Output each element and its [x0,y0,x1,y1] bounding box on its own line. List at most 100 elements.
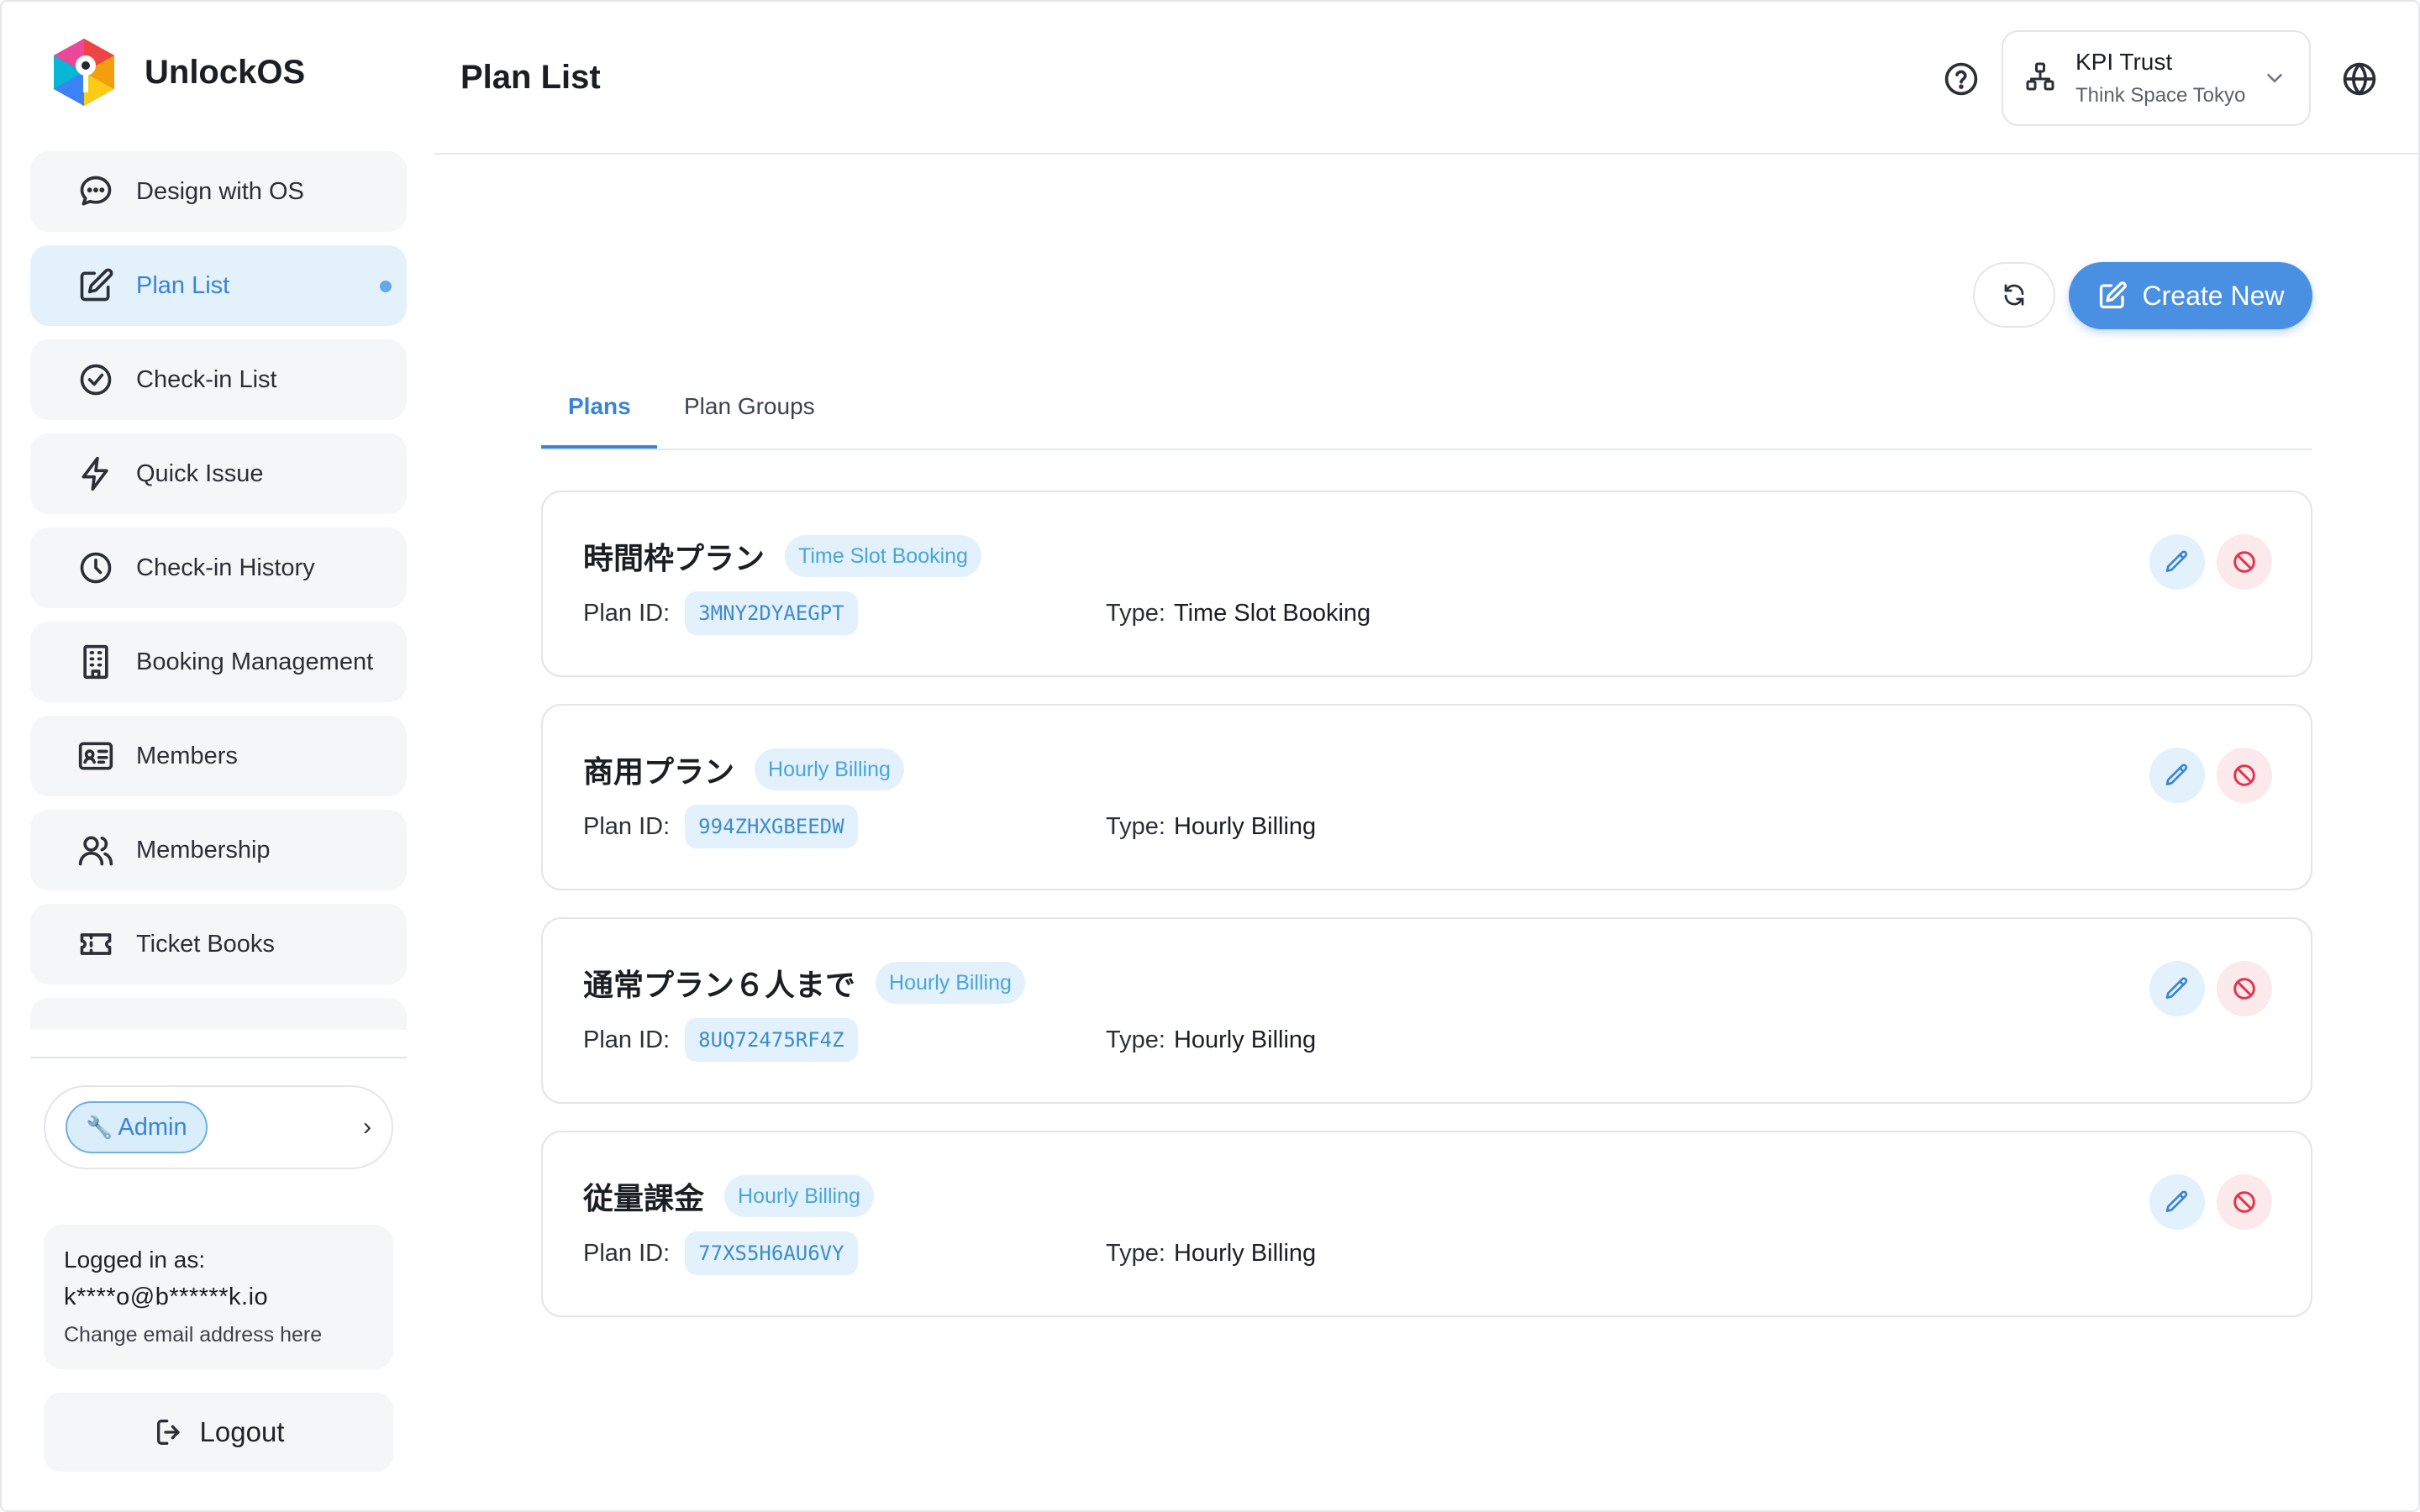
plan-type-value: Time Slot Booking [1173,600,1371,627]
ban-icon [2233,764,2255,786]
sidebar-item-check-in-history[interactable]: Check-in History [30,528,407,608]
create-new-button[interactable]: Create New [2069,262,2312,329]
id-card-icon [77,738,114,774]
plan-type-badge: Hourly Billing [876,962,1025,1004]
edit-plan-button[interactable] [2149,748,2205,803]
plan-type-label: Type: [1106,1026,1165,1053]
edit-square-icon [2099,281,2127,309]
sidebar-item-members[interactable]: Members [30,716,407,796]
active-indicator-dot [380,281,392,292]
language-button[interactable] [2341,60,2378,97]
admin-label: Admin [118,1113,187,1141]
plan-name: 商用プラン [583,754,735,789]
plan-type-badge: Time Slot Booking [785,535,981,577]
pencil-icon [2165,764,2188,785]
sidebar-item-label: Check-in History [136,554,315,581]
plan-card: 従量課金 Hourly Billing Plan ID: 77XS5H6AU6V… [541,1131,2312,1317]
change-email-link[interactable]: Change email address here [64,1323,373,1347]
create-new-label: Create New [2142,280,2285,311]
disable-plan-button[interactable] [2217,961,2272,1016]
users-icon [77,832,114,869]
sidebar-item-label: Ticket Books [136,930,275,958]
org-location: Think Space Tokyo [2075,84,2246,107]
pencil-icon [2165,1190,2188,1212]
plan-type: Type: Hourly Billing [1106,1240,1316,1268]
lightning-icon [77,455,114,492]
sidebar-item-label: Design with OS [136,177,304,205]
plan-name: 時間枠プラン [583,541,765,575]
help-button[interactable] [1943,60,1980,97]
ban-icon [2233,978,2255,1000]
plan-type: Type: Hourly Billing [1106,813,1316,841]
ban-icon [2233,1191,2255,1213]
refresh-icon [2004,284,2024,306]
sidebar-item-label: Quick Issue [136,459,264,487]
pencil-icon [2165,550,2188,572]
sidebar-item-label: Members [136,742,238,769]
clock-icon [77,549,114,586]
ticket-icon [77,926,114,963]
check-circle-icon [77,361,114,398]
sidebar-item-quick-issue[interactable]: Quick Issue [30,433,407,514]
plan-card: 通常プラン６人まで Hourly Billing Plan ID: 8UQ724… [541,917,2312,1104]
sidebar-item-check-in-list[interactable]: Check-in List [30,339,407,420]
login-label: Logged in as: [64,1247,206,1273]
sidebar-divider [30,1057,407,1058]
sidebar-item-label: Plan List [136,271,230,299]
unlockos-logo-icon [54,39,114,106]
disable-plan-button[interactable] [2217,748,2272,803]
edit-plan-button[interactable] [2149,961,2205,1016]
app-window: UnlockOS Design with OS Plan List Check-… [0,0,2420,1512]
plan-card: 商用プラン Hourly Billing Plan ID: 994ZHXGBEE… [541,704,2312,890]
help-icon [1944,62,1978,96]
brand[interactable]: UnlockOS [49,34,305,111]
plan-tabs: Plans Plan Groups [541,371,2312,450]
plan-type-value: Hourly Billing [1173,1240,1317,1267]
logout-button[interactable]: Logout [44,1393,393,1472]
org-tree-icon [2025,61,2055,96]
login-email: k****o@b******k.io [64,1284,269,1310]
edit-square-icon [77,267,114,304]
sidebar-item-ticket-books[interactable]: Ticket Books [30,904,407,984]
logout-icon [156,1420,180,1445]
sidebar: UnlockOS Design with OS Plan List Check-… [2,2,434,1510]
plan-type-value: Hourly Billing [1173,813,1317,840]
plan-id-code[interactable]: 994ZHXGBEEDW [685,805,858,848]
partial-icon [77,1020,114,1030]
edit-plan-button[interactable] [2149,534,2205,590]
plan-id-code[interactable]: 77XS5H6AU6VY [685,1231,858,1275]
plan-list: 時間枠プラン Time Slot Booking Plan ID: 3MNY2D… [541,491,2312,1344]
tab-plan-groups[interactable]: Plan Groups [684,393,815,450]
plan-id-label: Plan ID: [583,1239,671,1267]
admin-badge: 🔧 Admin [66,1101,208,1153]
plan-type: Type: Hourly Billing [1106,1026,1316,1054]
chevron-right-icon: › [363,1113,371,1141]
sidebar-nav: Design with OS Plan List Check-in List Q… [30,151,407,1030]
plan-type: Type: Time Slot Booking [1106,600,1370,627]
sidebar-item-label: Check-in List [136,365,277,393]
refresh-button[interactable] [1973,262,2055,328]
plan-id-label: Plan ID: [583,599,671,627]
plan-name: 通常プラン６人まで [583,968,856,1002]
sidebar-item-label: Booking Management [136,648,374,675]
sidebar-item-design-with-os[interactable]: Design with OS [30,151,407,232]
plan-type-label: Type: [1106,600,1165,627]
brand-name: UnlockOS [145,53,306,91]
plan-id-code[interactable]: 8UQ72475RF4Z [685,1018,858,1062]
role-switcher[interactable]: 🔧 Admin › [44,1085,393,1169]
edit-plan-button[interactable] [2149,1174,2205,1230]
disable-plan-button[interactable] [2217,1174,2272,1230]
sidebar-item-booking-management[interactable]: Booking Management [30,622,407,702]
sidebar-item-membership[interactable]: Membership [30,810,407,890]
plan-type-badge: Hourly Billing [724,1175,874,1217]
plan-id-code[interactable]: 3MNY2DYAEGPT [685,591,858,635]
disable-plan-button[interactable] [2217,534,2272,590]
sidebar-item-partial[interactable] [30,998,407,1030]
plan-id-label: Plan ID: [583,1026,671,1053]
org-switcher[interactable]: KPI Trust Think Space Tokyo [2002,30,2311,126]
tab-plans[interactable]: Plans [568,393,631,450]
sidebar-item-plan-list[interactable]: Plan List [30,245,407,326]
plan-type-label: Type: [1106,1240,1165,1267]
plan-id-label: Plan ID: [583,812,671,840]
top-header: Plan List KPI Trust Think Space Tokyo [434,2,2418,155]
